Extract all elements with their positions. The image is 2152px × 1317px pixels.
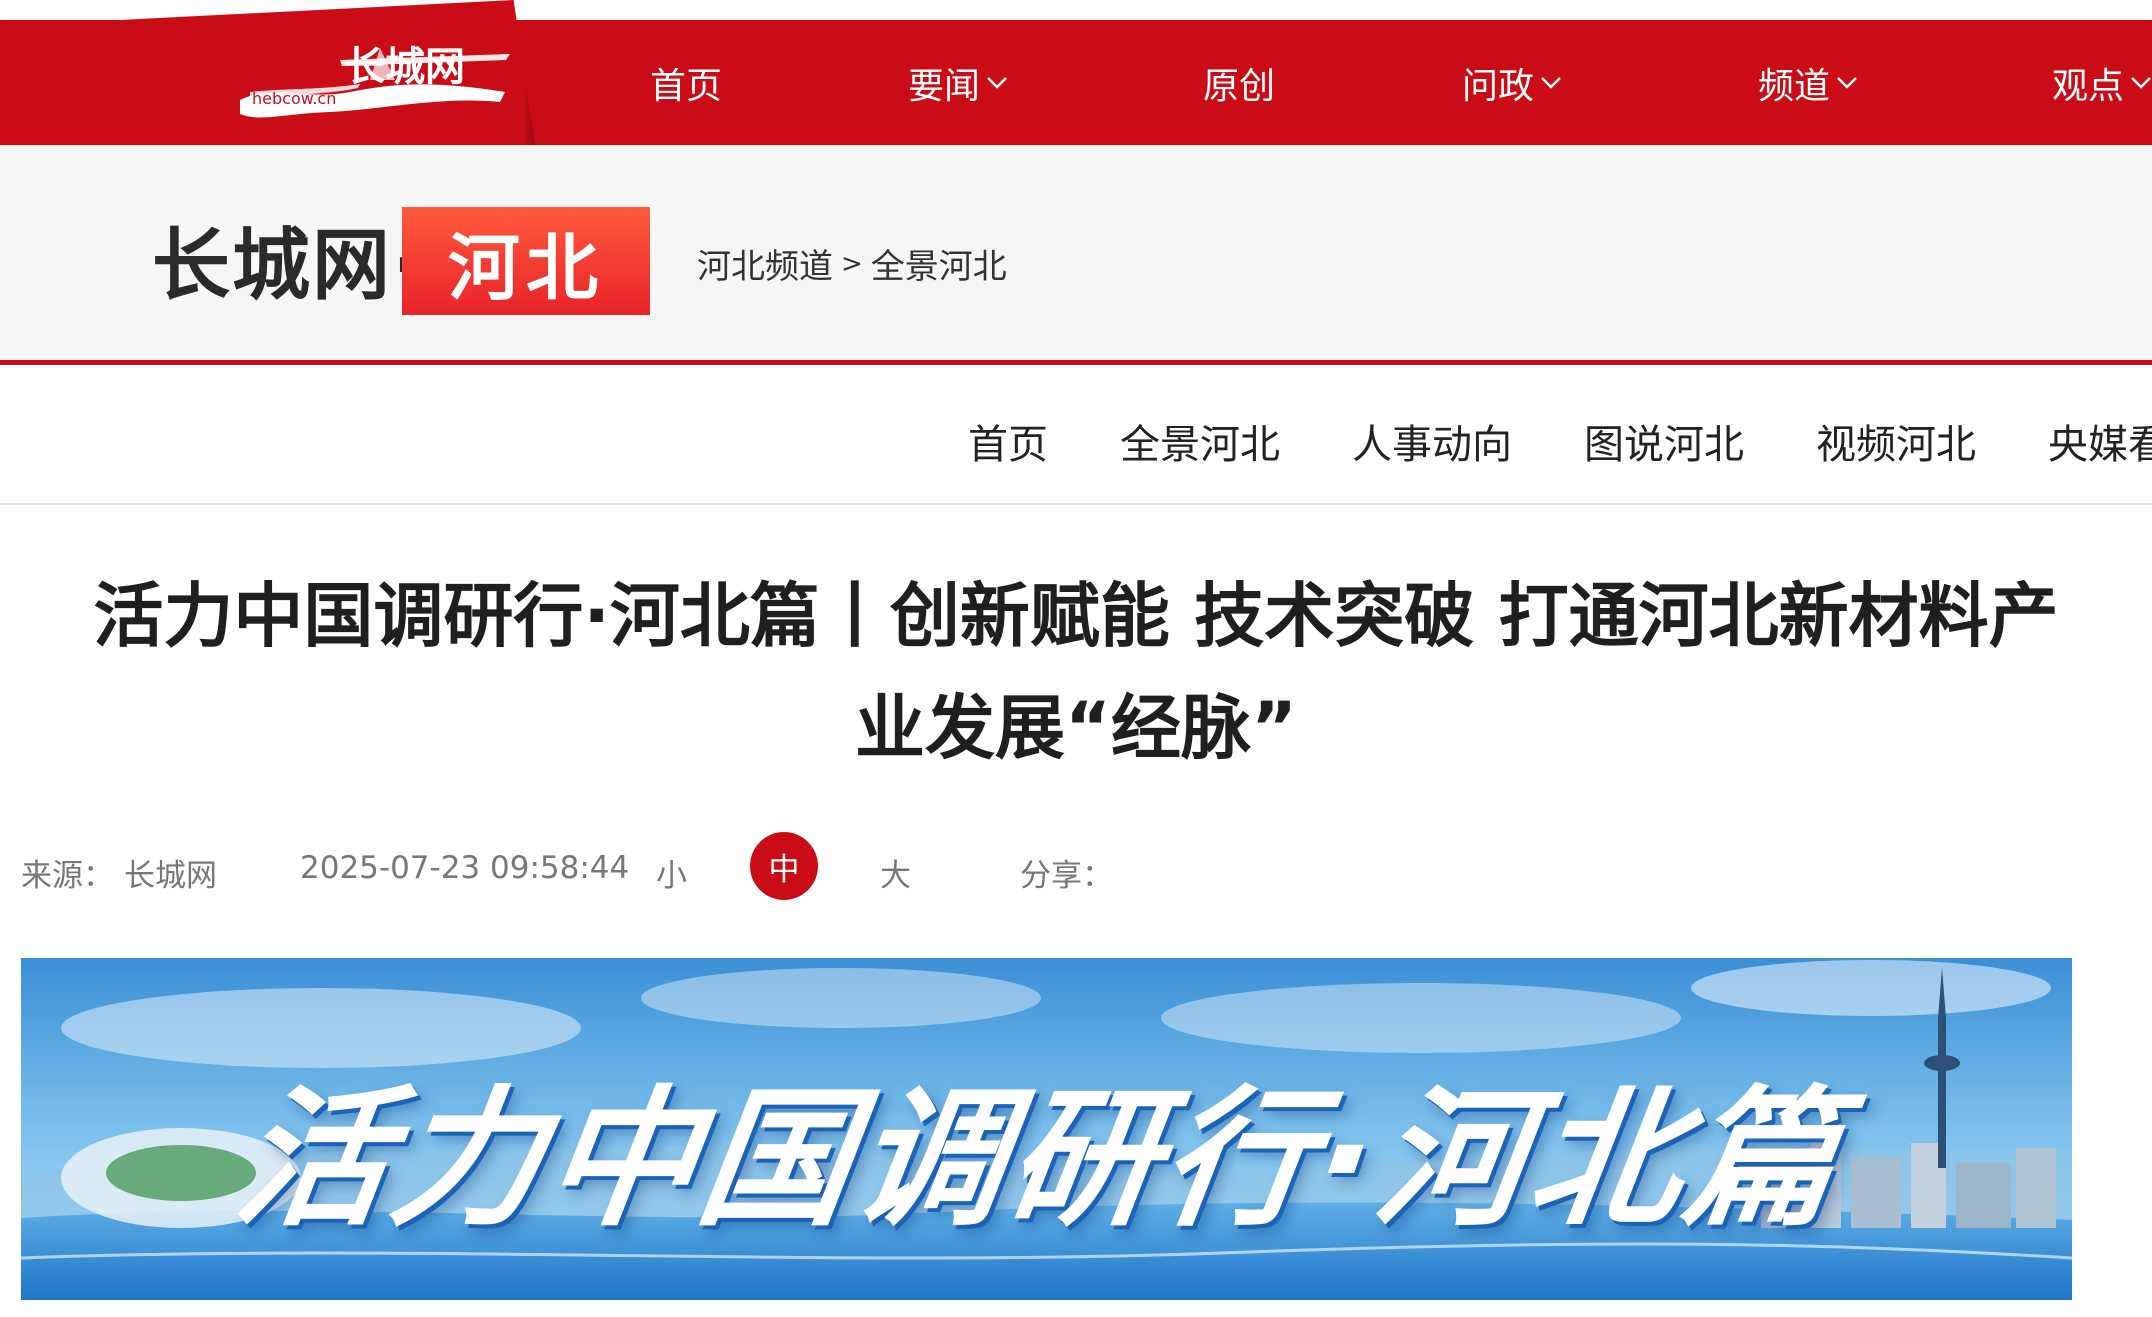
channel-header: 长城网· 河北 河北频道 > 全景河北 [0,145,2152,365]
nav-channels[interactable]: 频道 [1758,20,1858,145]
banner-title: 活力中国调研行·河北篇 [226,1073,1853,1247]
chevron-down-icon [1837,76,1857,89]
nav-home-label: 首页 [650,65,723,107]
subnav-personnel[interactable]: 人事动向 [1352,412,1512,470]
nav-opinion[interactable]: 观点 [2052,20,2152,145]
article-meta: 来源： 长城网 2025-07-23 09:58:44 小 中 大 分享： [0,832,1400,902]
publish-datetime: 2025-07-23 09:58:44 [300,850,630,886]
subnav-central-media[interactable]: 央媒看 [2048,412,2152,470]
nav-inquiry[interactable]: 问政 [1462,20,1562,145]
nav-original[interactable]: 原创 [1203,20,1275,145]
subnav-picture-hebei[interactable]: 图说河北 [1584,412,1744,470]
nav-opinion-label: 观点 [2052,65,2125,107]
nav-inquiry-label: 问政 [1462,65,1535,107]
breadcrumb: 河北频道 > 全景河北 [697,239,1007,288]
main-nav: 首页 要闻 原创 问政 频道 观点 [0,20,2152,145]
nav-home[interactable]: 首页 [650,20,722,145]
font-size-large-button[interactable]: 大 [880,850,911,895]
channel-brand: 长城网· [152,221,424,311]
channel-subnav: 首页 全景河北 人事动向 图说河北 视频河北 央媒看 [0,370,2152,505]
source-value: 长城网 [124,858,217,894]
article-title-line2: 业发展“经脉” [854,687,1297,769]
subnav-home[interactable]: 首页 [968,412,1048,470]
nav-channels-label: 频道 [1758,65,1831,107]
share-label: 分享： [1020,858,1113,894]
font-size-small-button[interactable]: 小 [656,850,687,895]
top-header: 长城网 hebcow.cn 首页 要闻 原创 问政 频道 观点 [0,0,2152,145]
breadcrumb-hebei-channel[interactable]: 河北频道 [697,239,833,288]
chevron-down-icon [987,76,1007,89]
chevron-down-icon [1541,76,1561,89]
article-banner: 活力中国调研行·河北篇 [21,958,2072,1300]
channel-badge[interactable]: 河北 [402,207,650,315]
breadcrumb-separator: > [841,248,863,279]
chevron-down-icon [2131,76,2151,89]
nav-original-label: 原创 [1203,65,1276,107]
nav-news[interactable]: 要闻 [908,20,1008,145]
font-size-medium-button[interactable]: 中 [750,832,818,900]
source-label: 来源： [21,858,114,894]
article-title: 活力中国调研行·河北篇丨创新赋能 技术突破 打通河北新材料产 业发展“经脉” [30,560,2122,784]
article-title-line1: 活力中国调研行·河北篇丨创新赋能 技术突破 打通河北新材料产 [93,575,2059,657]
breadcrumb-panorama-hebei[interactable]: 全景河北 [871,239,1007,288]
subnav-video-hebei[interactable]: 视频河北 [1816,412,1976,470]
nav-news-label: 要闻 [908,65,981,107]
subnav-panorama-hebei[interactable]: 全景河北 [1120,412,1280,470]
